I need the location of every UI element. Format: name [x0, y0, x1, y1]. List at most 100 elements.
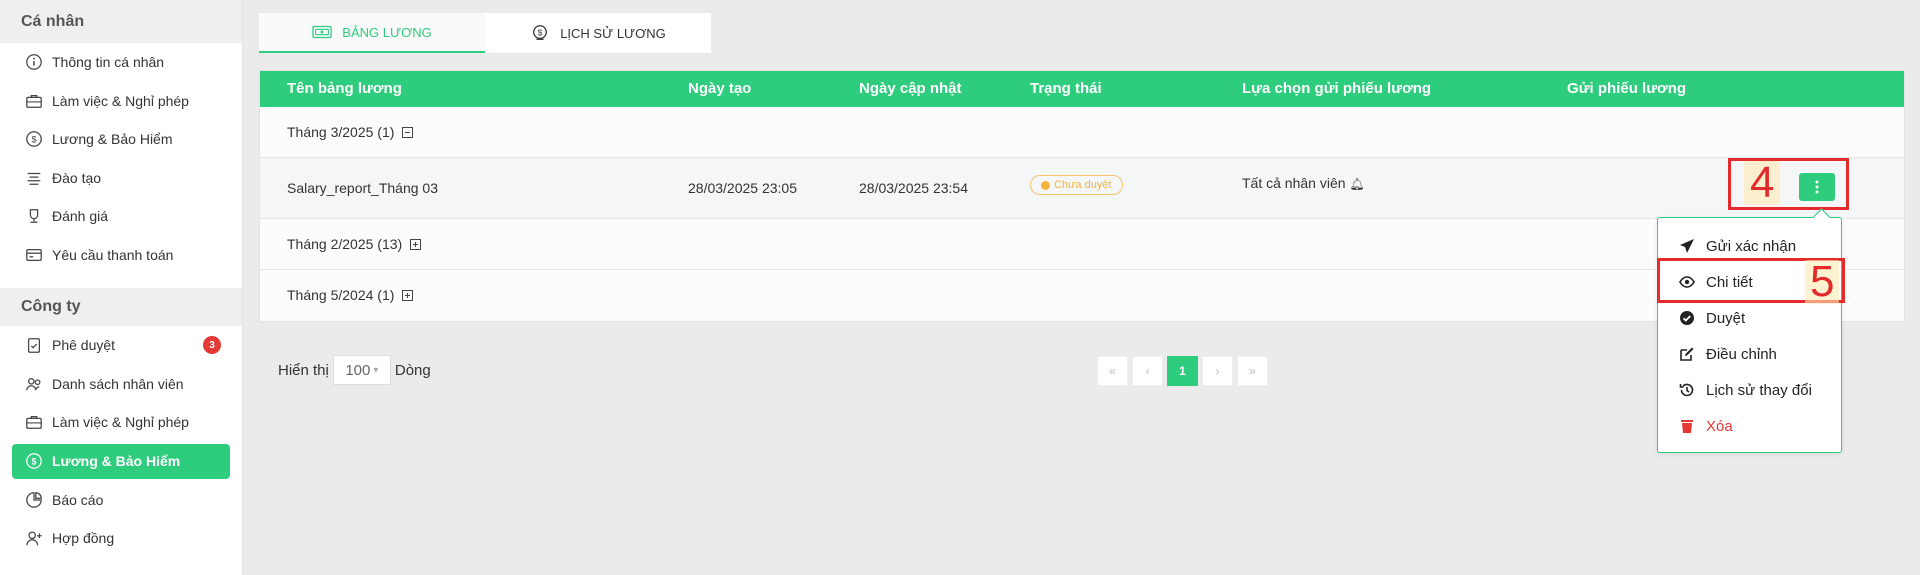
- header-send: Gửi phiếu lương: [1567, 80, 1687, 97]
- approval-count-badge: 3: [203, 336, 221, 354]
- menu-item-label: Duyệt: [1706, 309, 1746, 327]
- menu-item-label: Gửi xác nhận: [1706, 237, 1797, 255]
- warning-icon: [1041, 180, 1050, 190]
- check-circle-icon: [1678, 310, 1696, 326]
- tab-salary-history[interactable]: $ LỊCH SỬ LƯƠNG: [485, 13, 711, 53]
- status-text: Chưa duyệt: [1054, 179, 1112, 191]
- menu-item-label: Điều chỉnh: [1706, 345, 1777, 363]
- sidebar-item-payment-request[interactable]: Yêu cầu thanh toán: [0, 236, 242, 275]
- page-size-select[interactable]: 100 ▾: [332, 355, 391, 385]
- trash-icon: [1678, 418, 1696, 434]
- annotation-number-4: 4: [1744, 161, 1781, 205]
- group-row[interactable]: Tháng 3/2025 (1): [260, 107, 1904, 158]
- sidebar-item-contracts[interactable]: Hợp đồng: [0, 519, 242, 558]
- svg-text:$: $: [31, 457, 36, 467]
- dollar-circle-icon: $: [24, 129, 44, 149]
- header-created: Ngày tạo: [688, 80, 752, 97]
- sidebar-item-label: Danh sách nhân viên: [52, 375, 184, 392]
- cell-send-option[interactable]: Tất cả nhân viên 🔔︎: [1242, 175, 1365, 191]
- group-label: Tháng 3/2025 (1): [287, 124, 414, 140]
- group-label: Tháng 5/2024 (1): [287, 287, 414, 303]
- info-icon: [24, 52, 44, 72]
- money-bag-icon: $: [530, 24, 550, 42]
- clipboard-check-icon: [24, 335, 44, 355]
- sidebar-item-label: Hợp đồng: [52, 530, 115, 547]
- sidebar-item-label: Đánh giá: [52, 208, 109, 225]
- next-page-button[interactable]: ›: [1202, 356, 1233, 386]
- rows-label: Dòng: [394, 361, 431, 379]
- menu-item-label: Xóa: [1706, 417, 1733, 435]
- page-size-value: 100: [345, 361, 371, 379]
- sidebar-item-work-leave[interactable]: Làm việc & Nghỉ phép: [0, 82, 242, 121]
- cell-updated: 28/03/2025 23:54: [859, 180, 968, 196]
- history-icon: [1678, 382, 1696, 398]
- cell-name: Salary_report_Tháng 03: [287, 180, 438, 196]
- group-label-text: Tháng 2/2025 (13): [287, 236, 403, 252]
- sidebar-item-approval[interactable]: Phê duyệt 3: [0, 326, 242, 365]
- sidebar-item-personal-info[interactable]: Thông tin cá nhân: [0, 43, 242, 82]
- edit-icon: [1678, 346, 1696, 362]
- tab-salary-table[interactable]: BẢNG LƯƠNG: [259, 13, 485, 53]
- sidebar-item-label: Lương & Bảo Hiểm: [52, 453, 181, 469]
- chevron-down-icon: ▾: [373, 364, 379, 376]
- evaluation-icon: [24, 206, 44, 226]
- last-page-button[interactable]: »: [1237, 356, 1268, 386]
- bell-icon: 🔔︎: [1349, 177, 1365, 191]
- svg-text:$: $: [31, 135, 36, 145]
- actions-dropdown-menu: Gửi xác nhận Chi tiết Duyệt Điều chỉnh L…: [1657, 217, 1842, 453]
- tab-bar: BẢNG LƯƠNG $ LỊCH SỬ LƯƠNG: [259, 13, 711, 53]
- money-bill-icon: [312, 23, 333, 41]
- sidebar-item-label: Làm việc & Nghỉ phép: [52, 414, 189, 431]
- menu-item-label: Lịch sử thay đổi: [1706, 381, 1812, 399]
- annotation-number-5: 5: [1805, 260, 1840, 304]
- collapse-icon[interactable]: [402, 127, 414, 138]
- header-status: Trạng thái: [1030, 80, 1102, 97]
- sidebar-item-company-work-leave[interactable]: Làm việc & Nghỉ phép: [0, 403, 242, 442]
- dollar-circle-icon: $: [24, 451, 44, 471]
- user-plus-icon: [24, 528, 44, 548]
- first-page-button[interactable]: «: [1097, 356, 1128, 386]
- svg-text:$: $: [538, 29, 543, 38]
- sidebar-item-label: Làm việc & Nghỉ phép: [52, 92, 189, 109]
- menu-item-change-history[interactable]: Lịch sử thay đổi: [1658, 372, 1841, 408]
- group-label: Tháng 2/2025 (13): [287, 236, 422, 252]
- menu-item-adjust[interactable]: Điều chỉnh: [1658, 336, 1841, 372]
- header-send-option: Lựa chọn gửi phiếu lương: [1242, 80, 1432, 97]
- status-badge: Chưa duyệt: [1030, 175, 1123, 195]
- sidebar-item-label: Báo cáo: [52, 491, 104, 508]
- sidebar-item-company-salary-insurance[interactable]: $ Lương & Bảo Hiểm: [12, 443, 230, 479]
- group-label-text: Tháng 3/2025 (1): [287, 124, 395, 140]
- page-size-control: Hiển thị 100 ▾ Dòng: [278, 355, 431, 385]
- payment-card-icon: [24, 245, 44, 265]
- current-page-button[interactable]: 1: [1167, 356, 1198, 386]
- pagination: « ‹ 1 › »: [1097, 356, 1272, 386]
- cell-created: 28/03/2025 23:05: [688, 180, 797, 196]
- sidebar-item-employee-list[interactable]: Danh sách nhân viên: [0, 365, 242, 404]
- training-icon: [24, 168, 44, 188]
- sidebar-item-label: Đào tạo: [52, 169, 102, 186]
- show-label: Hiển thị: [278, 361, 329, 379]
- sidebar-item-salary-insurance[interactable]: $ Lương & Bảo Hiểm: [0, 120, 242, 159]
- header-name: Tên bảng lương: [287, 80, 402, 97]
- prev-page-button[interactable]: ‹: [1132, 356, 1163, 386]
- users-icon: [24, 374, 44, 394]
- section-title-company: Công ty: [0, 288, 242, 326]
- sidebar-item-reports[interactable]: Báo cáo: [0, 481, 242, 520]
- pie-chart-icon: [24, 490, 44, 510]
- menu-item-delete[interactable]: Xóa: [1658, 408, 1841, 444]
- send-icon: [1678, 238, 1696, 254]
- section-title-personal: Cá nhân: [0, 0, 242, 43]
- table-row[interactable]: Salary_report_Tháng 03 28/03/2025 23:05 …: [260, 158, 1904, 219]
- sidebar-item-label: Yêu cầu thanh toán: [52, 246, 174, 263]
- send-option-text: Tất cả nhân viên: [1242, 175, 1346, 191]
- expand-icon[interactable]: [410, 239, 422, 250]
- group-label-text: Tháng 5/2024 (1): [287, 287, 395, 303]
- tab-label: BẢNG LƯƠNG: [342, 24, 432, 40]
- sidebar-item-label: Lương & Bảo Hiểm: [52, 131, 173, 148]
- expand-icon[interactable]: [402, 290, 414, 301]
- briefcase-icon: [24, 91, 44, 111]
- sidebar-item-label: Thông tin cá nhân: [52, 54, 165, 71]
- sidebar-item-evaluation[interactable]: Đánh giá: [0, 197, 242, 236]
- sidebar-item-training[interactable]: Đào tạo: [0, 159, 242, 198]
- sidebar-item-label: Phê duyệt: [52, 337, 116, 354]
